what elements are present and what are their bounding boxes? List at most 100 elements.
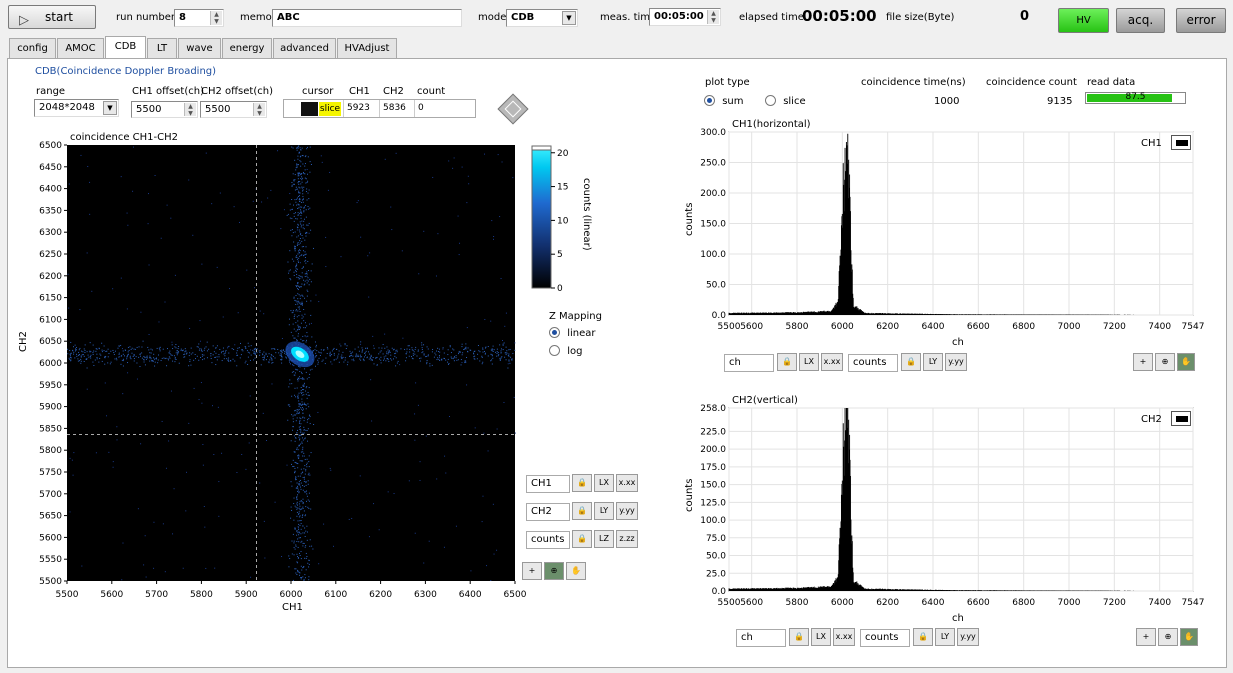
- mode-select[interactable]: CDB ▼: [506, 9, 578, 27]
- x-scale-icon[interactable]: LX: [594, 474, 614, 492]
- x-format-icon[interactable]: x.xx: [833, 628, 855, 646]
- pan-tool-icon[interactable]: ✋: [566, 562, 586, 580]
- x-scale-icon[interactable]: LX: [811, 628, 831, 646]
- tab-lt[interactable]: LT: [147, 38, 177, 58]
- ch1-offset-field[interactable]: 5500 ▲ ▼: [131, 101, 198, 118]
- lock-icon[interactable]: 🔒: [572, 530, 592, 548]
- cursor-tool-icon[interactable]: +: [1133, 353, 1153, 371]
- z-scale-icon[interactable]: LZ: [594, 530, 614, 548]
- hv-indicator[interactable]: HV: [1058, 8, 1109, 33]
- y-format-icon[interactable]: y.yy: [616, 502, 638, 520]
- plot-type-label: plot type: [705, 77, 750, 88]
- y-scale-icon[interactable]: LY: [923, 353, 943, 371]
- lock-icon[interactable]: 🔒: [901, 353, 921, 371]
- tab-amoc[interactable]: AMOC: [57, 38, 104, 58]
- error-indicator[interactable]: error: [1176, 8, 1226, 33]
- y-scale-icon[interactable]: LY: [935, 628, 955, 646]
- read-data-text: 87.5: [1125, 92, 1146, 102]
- tab-config[interactable]: config: [9, 38, 56, 58]
- plot-type-slice-radio[interactable]: slice: [765, 95, 806, 107]
- heatmap-title: coincidence CH1-CH2: [70, 132, 179, 143]
- lock-icon[interactable]: 🔒: [789, 628, 809, 646]
- radio-on-icon: [704, 95, 715, 106]
- hist1-counts-field[interactable]: counts: [848, 354, 898, 372]
- zoom-tool-icon[interactable]: ⊕: [1155, 353, 1175, 371]
- ch1-offset-label: CH1 offset(ch): [132, 86, 204, 97]
- coinc-count-label: coincidence count: [986, 77, 1077, 88]
- hist2-counts-field[interactable]: counts: [860, 629, 910, 647]
- z-format-icon[interactable]: z.zz: [616, 530, 638, 548]
- coinc-time-value: 1000: [934, 96, 960, 107]
- lock-icon[interactable]: 🔒: [572, 474, 592, 492]
- cursor-tool-icon[interactable]: +: [522, 562, 542, 580]
- legend-counts-field[interactable]: counts: [526, 531, 570, 549]
- pan-tool-icon[interactable]: ✋: [1180, 628, 1198, 646]
- cursor-table[interactable]: slice 5923 5836 0: [283, 99, 476, 118]
- tab-cdb[interactable]: CDB: [105, 36, 146, 59]
- cursor-count-label: count: [417, 86, 446, 97]
- radio-off-icon: [765, 95, 776, 106]
- cursor-ch2-label: CH2: [383, 86, 404, 97]
- run-number-field[interactable]: 8 ▲ ▼: [174, 9, 224, 27]
- radio-on-icon: [549, 327, 560, 338]
- tab-energy[interactable]: energy: [222, 38, 272, 58]
- radio-off-icon: [549, 345, 560, 356]
- hist1-legend-label: CH1: [1141, 138, 1162, 149]
- coinc-count-value: 9135: [1047, 96, 1073, 107]
- hist2-y-label: counts: [684, 478, 695, 512]
- y-format-icon[interactable]: y.yy: [945, 353, 967, 371]
- cursor-ch1-value: 5923: [347, 103, 370, 113]
- x-scale-icon[interactable]: LX: [799, 353, 819, 371]
- legend-ch1-field[interactable]: CH1: [526, 475, 570, 493]
- ch2-offset-label: CH2 offset(ch): [201, 86, 273, 97]
- zmap-label: Z Mapping: [549, 311, 602, 322]
- tab-wave[interactable]: wave: [178, 38, 221, 58]
- pan-tool-icon[interactable]: ✋: [1177, 353, 1195, 371]
- cursor-name: slice: [319, 102, 341, 116]
- zoom-tool-icon[interactable]: ⊕: [1158, 628, 1178, 646]
- hist1-legend-icon: [1171, 135, 1191, 150]
- file-size-label: file size(Byte): [886, 12, 955, 23]
- ch2-offset-field[interactable]: 5500 ▲ ▼: [200, 101, 267, 118]
- hist1-title: CH1(horizontal): [732, 119, 811, 130]
- hist1-y-label: counts: [684, 202, 695, 236]
- zmap-log-radio[interactable]: log: [549, 345, 582, 357]
- lock-icon[interactable]: 🔒: [572, 502, 592, 520]
- start-button[interactable]: ▷ start: [8, 5, 96, 29]
- tab-advanced[interactable]: advanced: [273, 38, 336, 58]
- dropdown-icon[interactable]: ▼: [562, 11, 576, 25]
- file-size-value: 0: [1020, 9, 1030, 24]
- cdb-panel: [7, 58, 1227, 668]
- range-select[interactable]: 2048*2048 ▼: [34, 99, 119, 117]
- elapsed-time-label: elapsed time: [739, 12, 804, 23]
- cdb-title: CDB(Coincidence Doppler Broading): [35, 66, 217, 77]
- hist1-ch-field[interactable]: ch: [724, 354, 774, 372]
- play-icon: ▷: [19, 13, 29, 28]
- legend-ch2-field[interactable]: CH2: [526, 503, 570, 521]
- hist2-legend-label: CH2: [1141, 414, 1162, 425]
- cursor-swatch: [301, 102, 318, 116]
- memo-label: memo: [240, 12, 272, 23]
- tab-hvadjust[interactable]: HVAdjust: [337, 38, 397, 58]
- lock-icon[interactable]: 🔒: [777, 353, 797, 371]
- cursor-tool-icon[interactable]: +: [1136, 628, 1156, 646]
- dropdown-icon[interactable]: ▼: [103, 101, 117, 115]
- colorbar-label: counts (linear): [581, 178, 592, 251]
- y-format-icon[interactable]: y.yy: [957, 628, 979, 646]
- zmap-linear-radio[interactable]: linear: [549, 327, 595, 339]
- plot-type-sum-radio[interactable]: sum: [704, 95, 743, 107]
- hist2-ch-field[interactable]: ch: [736, 629, 786, 647]
- zoom-tool-icon[interactable]: ⊕: [544, 562, 564, 580]
- memo-field[interactable]: ABC: [272, 9, 462, 27]
- cursor-count-value: 0: [418, 103, 424, 113]
- hist1-x-label: ch: [952, 337, 964, 348]
- x-format-icon[interactable]: x.xx: [821, 353, 843, 371]
- acq-button[interactable]: acq.: [1116, 8, 1165, 33]
- lock-icon[interactable]: 🔒: [913, 628, 933, 646]
- cursor-ch2-value: 5836: [383, 103, 406, 113]
- meas-time-field[interactable]: 00:05:00 ▲ ▼: [649, 8, 721, 26]
- range-label: range: [36, 86, 66, 97]
- heatmap-y-label: CH2: [18, 331, 29, 352]
- x-format-icon[interactable]: x.xx: [616, 474, 638, 492]
- y-scale-icon[interactable]: LY: [594, 502, 614, 520]
